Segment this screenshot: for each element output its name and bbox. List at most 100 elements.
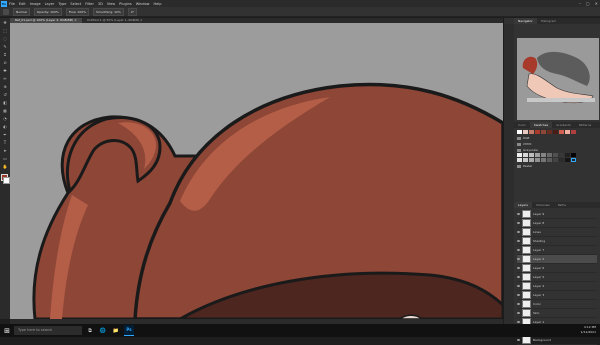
dodge-tool-icon[interactable]: ◐	[2, 124, 8, 130]
menu-select[interactable]: Select	[70, 2, 81, 6]
swatch[interactable]	[571, 130, 576, 134]
layer-row[interactable]: Layer 6	[517, 264, 597, 273]
menu-window[interactable]: Window	[136, 2, 150, 6]
eye-icon[interactable]	[517, 222, 520, 224]
opacity-field[interactable]: Opacity: 100%	[33, 7, 62, 16]
swatch[interactable]	[565, 130, 570, 134]
pen-tool-icon[interactable]: ✒	[2, 132, 8, 138]
swatch[interactable]	[547, 153, 552, 157]
eye-icon[interactable]	[517, 294, 520, 296]
swatch[interactable]	[535, 130, 540, 134]
swatch[interactable]	[517, 130, 522, 134]
type-tool-icon[interactable]: T	[2, 140, 8, 146]
eye-icon[interactable]	[517, 240, 520, 242]
swatch[interactable]	[565, 158, 570, 162]
eye-icon[interactable]	[517, 312, 520, 314]
lasso-tool-icon[interactable]: ◌	[2, 36, 8, 42]
swatch[interactable]	[523, 158, 528, 162]
swatch[interactable]	[535, 153, 540, 157]
swatch[interactable]	[517, 158, 522, 162]
eye-icon[interactable]	[517, 303, 520, 305]
layer-row[interactable]: Lines	[517, 228, 597, 237]
eye-icon[interactable]	[517, 249, 520, 251]
swatch[interactable]	[571, 158, 576, 162]
swatch[interactable]	[517, 153, 522, 157]
menu-3d[interactable]: 3D	[98, 2, 103, 6]
path-select-icon[interactable]: ➤	[2, 148, 8, 154]
swatch[interactable]	[559, 158, 564, 162]
eye-icon[interactable]	[517, 276, 520, 278]
menu-edit[interactable]: Edit	[19, 2, 26, 6]
swatch[interactable]	[565, 153, 570, 157]
menu-layer[interactable]: Layer	[45, 2, 55, 6]
swatch-group[interactable]: Pastel	[517, 163, 597, 169]
swatch[interactable]	[523, 130, 528, 134]
layer-row[interactable]: Layer 8	[517, 219, 597, 228]
file-explorer-icon[interactable]: 📁	[111, 326, 121, 336]
shape-tool-icon[interactable]: ▭	[2, 156, 8, 162]
eye-icon[interactable]	[517, 231, 520, 233]
tab-histogram[interactable]: Histogram	[537, 18, 561, 24]
menu-help[interactable]: Help	[154, 2, 162, 6]
swatch[interactable]	[547, 130, 552, 134]
tab-navigator[interactable]: Navigator	[514, 18, 537, 24]
navigator-thumbnail[interactable]	[517, 38, 599, 120]
tab-layers[interactable]: Layers	[514, 202, 532, 208]
layer-row[interactable]: Skin	[517, 309, 597, 318]
swatch[interactable]	[535, 158, 540, 162]
swatch[interactable]	[529, 153, 534, 157]
maximize-icon[interactable]: ▢	[586, 0, 590, 7]
photoshop-logo-icon[interactable]: Ps	[1, 0, 7, 7]
task-view-icon[interactable]: ⧉	[85, 326, 95, 336]
blur-tool-icon[interactable]: ◔	[2, 116, 8, 122]
document-canvas[interactable]	[10, 23, 503, 319]
layer-row[interactable]: Background	[517, 336, 597, 345]
layer-row-selected[interactable]: Layer 2	[517, 255, 597, 264]
eye-icon[interactable]	[517, 339, 520, 341]
browser-icon[interactable]: 🌐	[98, 326, 108, 336]
swatch[interactable]	[529, 158, 534, 162]
eye-icon[interactable]	[517, 213, 520, 215]
crop-tool-icon[interactable]: ⌗	[2, 52, 8, 58]
swatch[interactable]	[571, 153, 576, 157]
angle-field[interactable]: 0°	[127, 7, 138, 16]
eye-icon[interactable]	[517, 258, 520, 260]
move-tool-icon[interactable]: ✥	[2, 20, 8, 26]
eyedropper-tool-icon[interactable]: ⊘	[2, 60, 8, 66]
tab-gradients[interactable]: Gradients	[552, 122, 575, 128]
tab-color[interactable]: Color	[514, 122, 530, 128]
swatch[interactable]	[553, 153, 558, 157]
gradient-tool-icon[interactable]: ▦	[2, 108, 8, 114]
layer-row[interactable]: Layer 3	[517, 291, 597, 300]
brush-tool-icon[interactable]	[3, 8, 9, 15]
swatch[interactable]	[559, 130, 564, 134]
hand-tool-icon[interactable]: ✋	[2, 164, 8, 170]
layer-row[interactable]: Color	[517, 300, 597, 309]
windows-start-icon[interactable]: ⊞	[3, 327, 11, 335]
marquee-tool-icon[interactable]: ⬚	[2, 28, 8, 34]
menu-filter[interactable]: Filter	[85, 2, 94, 6]
swatch[interactable]	[553, 158, 558, 162]
eye-icon[interactable]	[517, 321, 520, 323]
eye-icon[interactable]	[517, 267, 520, 269]
history-brush-icon[interactable]: ↺	[2, 92, 8, 98]
swatch[interactable]	[559, 153, 564, 157]
layer-row[interactable]: Layer 9	[517, 210, 597, 219]
swatch[interactable]	[529, 130, 534, 134]
menu-file[interactable]: File	[9, 2, 15, 6]
menu-view[interactable]: View	[107, 2, 115, 6]
tab-paths[interactable]: Paths	[554, 202, 570, 208]
flow-field[interactable]: Flow: 100%	[65, 7, 89, 16]
swatch[interactable]	[541, 153, 546, 157]
swatch[interactable]	[547, 158, 552, 162]
system-tray-clock[interactable]: 4:12 PM 1/11/2021	[581, 325, 596, 335]
close-icon[interactable]: ✕	[595, 0, 598, 7]
menu-plugins[interactable]: Plugins	[119, 2, 132, 6]
swatch[interactable]	[541, 158, 546, 162]
tab-channels[interactable]: Channels	[532, 202, 554, 208]
quick-select-tool-icon[interactable]: ✎	[2, 44, 8, 50]
blend-mode-select[interactable]: Normal	[13, 7, 30, 16]
brush-tool-icon[interactable]: ✏	[2, 76, 8, 82]
background-color-swatch[interactable]	[3, 177, 10, 184]
minimize-icon[interactable]: –	[579, 0, 581, 7]
